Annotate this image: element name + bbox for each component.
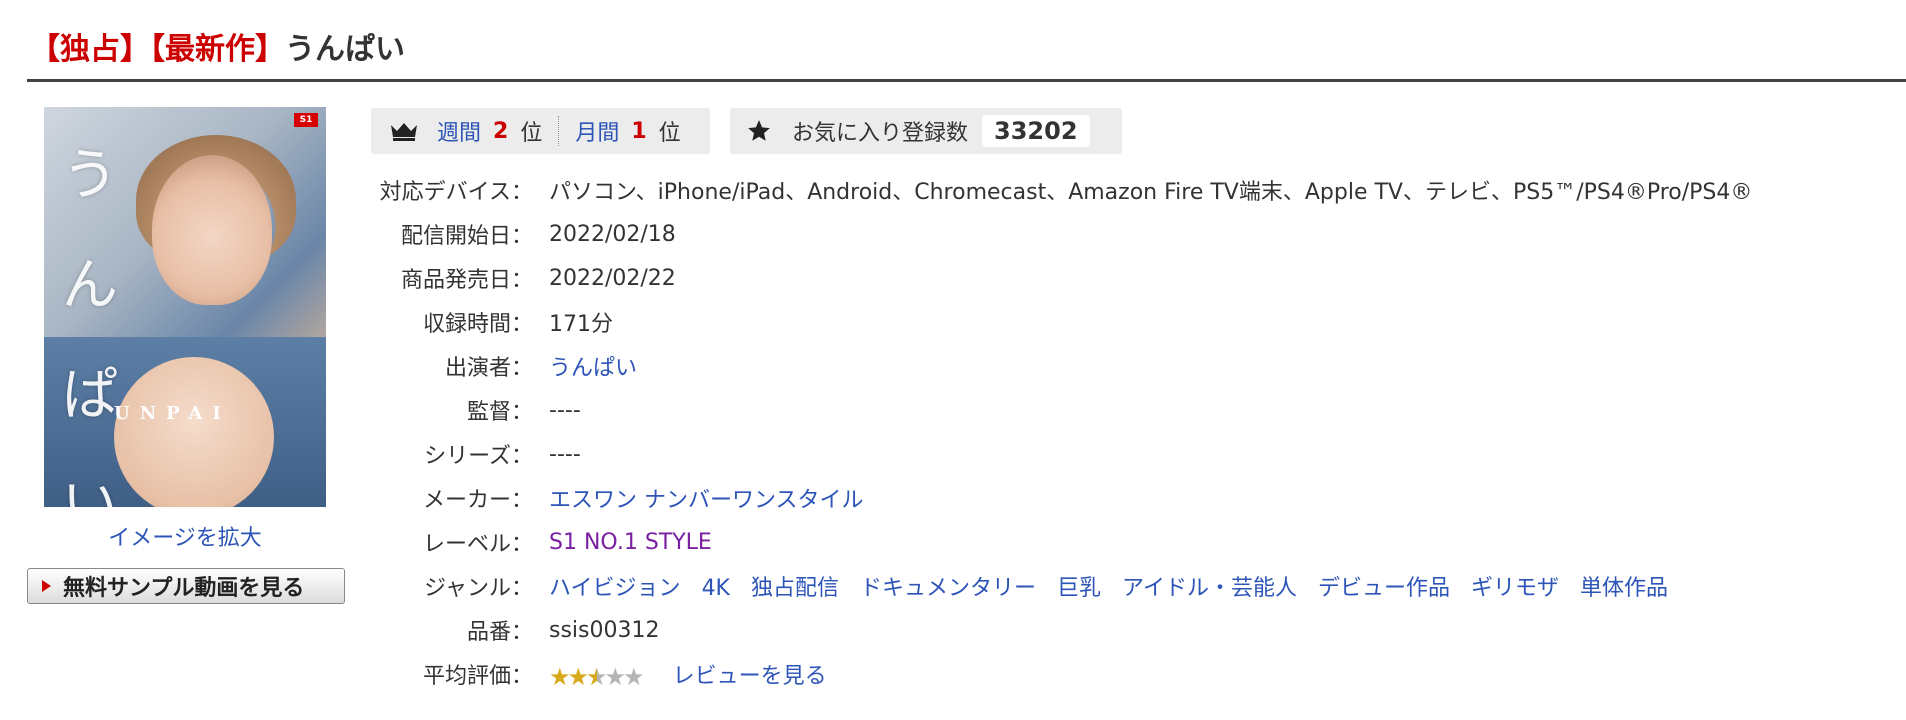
genre-list: ハイビジョン 4K 独占配信 ドキュメンタリー 巨乳 アイドル・芸能人 デビュー…: [533, 570, 1682, 602]
favorites-label: お気に入り登録数: [792, 121, 969, 146]
favorites-count: 33202: [982, 115, 1090, 147]
enlarge-image-link[interactable]: イメージを拡大: [44, 520, 326, 552]
rating-stars: ★ ★ ★ ★ ★: [549, 663, 645, 691]
detail-row-series: シリーズ： ----: [360, 432, 1752, 476]
detail-row-duration: 収録時間： 171分: [360, 300, 1752, 344]
detail-row-genre: ジャンル： ハイビジョン 4K 独占配信 ドキュメンタリー 巨乳 アイドル・芸能…: [360, 564, 1752, 608]
cover-skin: [114, 357, 274, 507]
detail-row-rating: 平均評価： ★ ★ ★ ★ ★ レビューを見る: [360, 652, 1752, 696]
crown-icon: [391, 123, 417, 141]
detail-row-maker: メーカー： エスワン ナンバーワンスタイル: [360, 476, 1752, 520]
label-key: レーベル：: [422, 532, 533, 557]
maker-key: メーカー：: [422, 488, 533, 513]
newest-tag: 【最新作】: [150, 32, 285, 67]
maker-link[interactable]: エスワン ナンバーワンスタイル: [549, 488, 864, 513]
title-divider: [27, 79, 1906, 82]
rank-separator: [558, 116, 560, 146]
series-value: ----: [549, 441, 581, 467]
director-value: ----: [549, 397, 581, 423]
genre-link[interactable]: 4K: [702, 576, 730, 601]
devices-value: パソコン、iPhone/iPad、Android、Chromecast、Amaz…: [549, 180, 1753, 205]
release-date-key: 商品発売日：: [400, 268, 533, 293]
monthly-rank-suffix: 位: [658, 121, 681, 146]
free-sample-button[interactable]: 無料サンプル動画を見る: [27, 568, 345, 604]
product-details: 対応デバイス： パソコン、iPhone/iPad、Android、Chromec…: [360, 168, 1753, 696]
cover-horizontal-title: UNPAI: [114, 403, 231, 424]
weekly-rank-value: 2: [493, 118, 509, 144]
exclusive-tag: 【独占】: [30, 32, 150, 67]
label-link[interactable]: S1 NO.1 STYLE: [549, 530, 712, 555]
genre-link[interactable]: ドキュメンタリー: [860, 576, 1036, 601]
page-title: 【独占】【最新作】うんぱい: [30, 30, 405, 70]
weekly-rank-label[interactable]: 週間: [437, 115, 481, 147]
devices-key: 対応デバイス：: [379, 180, 533, 205]
star-icon: [748, 120, 770, 141]
detail-row-label: レーベル： S1 NO.1 STYLE: [360, 520, 1752, 564]
genre-link[interactable]: デビュー作品: [1318, 576, 1450, 601]
series-key: シリーズ：: [424, 444, 533, 469]
favorites-box: お気に入り登録数 33202: [730, 108, 1122, 154]
genre-link[interactable]: ハイビジョン: [549, 576, 681, 601]
detail-row-devices: 対応デバイス： パソコン、iPhone/iPad、Android、Chromec…: [360, 168, 1753, 212]
duration-key: 収録時間：: [422, 312, 533, 337]
code-value: ssis00312: [549, 617, 660, 643]
genre-link[interactable]: 単体作品: [1580, 576, 1668, 601]
cover-vertical-title: うんぱい: [62, 143, 118, 507]
genre-key: ジャンル：: [424, 576, 533, 601]
cover-image[interactable]: うんぱい UNPAI S1: [44, 107, 326, 507]
genre-link[interactable]: ギリモザ: [1471, 576, 1559, 601]
play-icon: [42, 580, 51, 592]
cover-logo: S1: [294, 113, 318, 127]
title-name: うんぱい: [285, 32, 405, 67]
duration-value: 171分: [549, 312, 613, 337]
ranking-box: 週間 2 位 月間 1 位: [371, 108, 710, 154]
detail-row-release-date: 商品発売日： 2022/02/22: [360, 256, 1752, 300]
performer-link[interactable]: うんぱい: [549, 356, 637, 381]
star-empty-icon: ★: [623, 663, 645, 691]
director-key: 監督：: [466, 400, 533, 425]
code-key: 品番：: [466, 620, 533, 645]
genre-link[interactable]: アイドル・芸能人: [1122, 576, 1297, 601]
monthly-rank-value: 1: [631, 118, 647, 144]
monthly-rank-label[interactable]: 月間: [575, 115, 619, 147]
start-date-value: 2022/02/18: [549, 221, 676, 247]
weekly-rank-suffix: 位: [520, 121, 543, 146]
performer-key: 出演者：: [444, 356, 533, 381]
detail-row-director: 監督： ----: [360, 388, 1752, 432]
rating-key: 平均評価：: [422, 664, 533, 689]
detail-row-start-date: 配信開始日： 2022/02/18: [360, 212, 1752, 256]
review-link[interactable]: レビューを見る: [673, 664, 827, 689]
cover-face: [152, 155, 272, 305]
start-date-key: 配信開始日：: [400, 224, 533, 249]
genre-link[interactable]: 独占配信: [751, 576, 839, 601]
detail-row-code: 品番： ssis00312: [360, 608, 1752, 652]
sample-button-label: 無料サンプル動画を見る: [63, 576, 305, 601]
detail-row-performer: 出演者： うんぱい: [360, 344, 1752, 388]
release-date-value: 2022/02/22: [549, 265, 676, 291]
genre-link[interactable]: 巨乳: [1057, 576, 1101, 601]
